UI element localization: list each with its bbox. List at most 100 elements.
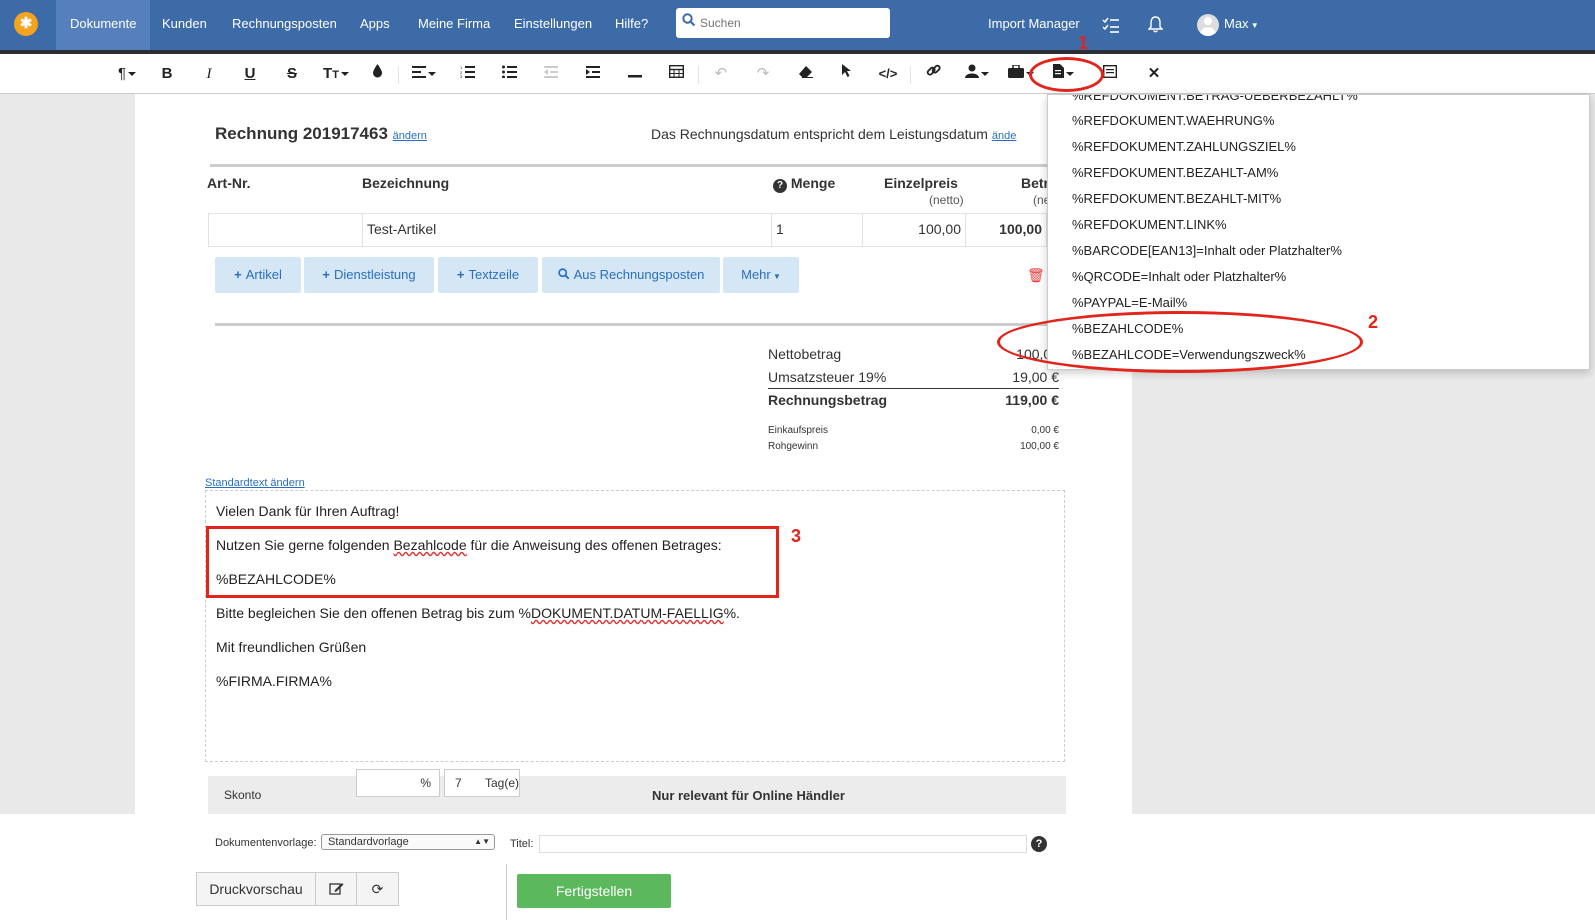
annotation-label-2: 2 (1368, 312, 1379, 332)
ordered-list-icon[interactable]: 123 (456, 62, 478, 86)
add-dienstleistung-button[interactable]: + Dienstleistung (304, 257, 434, 293)
paragraph-format-icon[interactable]: ¶ (113, 62, 141, 86)
skonto-percent-input[interactable]: % (356, 769, 440, 797)
link-icon[interactable] (922, 62, 944, 86)
vorlage-select[interactable]: Standardvorlage ▲▼ (321, 834, 495, 850)
date-note-link[interactable]: ände (992, 130, 1016, 142)
col-header-artnr: Art-Nr. (207, 175, 251, 191)
add-artikel-button[interactable]: + Artikel (215, 257, 301, 293)
eraser-icon[interactable] (794, 62, 816, 86)
aus-rechnungsposten-label: Aus Rechnungsposten (573, 267, 705, 282)
nav-item-hilfe[interactable]: Hilfe? (601, 0, 662, 50)
indent-icon[interactable] (582, 62, 604, 86)
menu-item-link[interactable]: %REFDOKUMENT.LINK% (1072, 217, 1227, 232)
undo-icon[interactable]: ↶ (710, 62, 732, 86)
strikethrough-icon[interactable]: S (281, 62, 303, 86)
text-line-thanks: Vielen Dank für Ihren Auftrag! (216, 503, 400, 519)
spellcheck-word: DOKUMENT.DATUM-FAELLIG (530, 605, 724, 621)
app-logo-icon[interactable]: ✱ (14, 12, 38, 36)
tasks-icon[interactable] (1102, 0, 1120, 50)
menu-item-betrag-ueberbezahlt[interactable]: %REFDOKUMENT.BETRAG-UEBERBEZAHLT% (1072, 95, 1358, 103)
vorlage-selected-value: Standardvorlage (328, 836, 409, 848)
rohgewinn-value: 100,00 € (1020, 441, 1059, 452)
plus-icon: + (234, 267, 242, 282)
nav-item-kunden[interactable]: Kunden (148, 0, 221, 50)
druckvorschau-button[interactable]: Druckvorschau (196, 872, 316, 906)
pointer-icon[interactable] (835, 62, 857, 86)
bell-icon[interactable] (1147, 0, 1164, 50)
titel-input[interactable] (539, 835, 1027, 853)
help-icon[interactable]: ? (1031, 836, 1047, 852)
nav-item-dokumente[interactable]: Dokumente (56, 0, 151, 50)
import-manager-link[interactable]: Import Manager (988, 0, 1080, 50)
user-avatar[interactable] (1197, 14, 1219, 36)
bold-icon[interactable]: B (156, 62, 178, 86)
cell-bezeichnung[interactable]: Test-Artikel (362, 213, 772, 247)
help-icon[interactable]: ? (773, 179, 787, 193)
menu-item-bezahlt-mit[interactable]: %REFDOKUMENT.BEZAHLT-MIT% (1072, 191, 1281, 206)
trash-icon[interactable]: 🗑 (1027, 267, 1045, 284)
person-placeholder-icon[interactable] (962, 62, 992, 86)
underline-icon[interactable]: U (239, 62, 261, 86)
menu-item-qrcode[interactable]: %QRCODE=Inhalt oder Platzhalter% (1072, 269, 1286, 284)
skonto-days-input[interactable]: 7 Tag(e) (444, 769, 520, 797)
mehr-dropdown-button[interactable]: Mehr ▼ (723, 257, 799, 293)
col-header-menge: ? Menge (773, 175, 835, 193)
search-box[interactable] (676, 8, 890, 38)
brutto-label: Rechnungsbetrag (768, 392, 888, 408)
mehr-label: Mehr (741, 267, 771, 282)
horizontal-rule-icon[interactable] (624, 62, 646, 86)
table-icon[interactable] (665, 62, 687, 86)
text-line-greeting: Mit freundlichen Grüßen (216, 639, 367, 655)
cell-artnr[interactable] (208, 213, 363, 247)
document-title: Rechnung 201917463 (215, 124, 388, 143)
einkauf-value: 0,00 € (1031, 425, 1059, 436)
menu-item-paypal[interactable]: %PAYPAL=E-Mail% (1072, 295, 1187, 310)
annotation-ellipse-1 (1029, 57, 1104, 92)
user-menu[interactable]: Max ▼ (1224, 0, 1259, 50)
cell-menge[interactable]: 1 (771, 213, 863, 247)
text-line-firma: %FIRMA.FIRMA% (216, 673, 332, 689)
menu-item-barcode[interactable]: %BARCODE[EAN13]=Inhalt oder Platzhalter% (1072, 243, 1342, 258)
footer-divider (506, 864, 507, 920)
menu-item-zahlungsziel[interactable]: %REFDOKUMENT.ZAHLUNGSZIEL% (1072, 139, 1296, 154)
top-navigation: ✱ Dokumente Kunden Rechnungsposten Apps … (0, 0, 1595, 50)
nav-item-meine-firma[interactable]: Meine Firma (404, 0, 504, 50)
col-header-einzelpreis: Einzelpreis (884, 175, 958, 191)
outdent-icon[interactable] (540, 62, 562, 86)
fertigstellen-button[interactable]: Fertigstellen (517, 874, 671, 908)
text-line-due-date: Bitte begleichen Sie den offenen Betrag … (216, 605, 740, 621)
text-color-icon[interactable] (367, 62, 387, 86)
code-view-icon[interactable]: </> (876, 62, 900, 86)
ust-label: Umsatzsteuer 19% (768, 369, 887, 385)
standardtext-link[interactable]: Standardtext ändern (205, 477, 305, 489)
change-number-link[interactable]: ändern (393, 130, 427, 142)
font-size-icon[interactable]: TT (320, 62, 352, 86)
edit-icon[interactable] (315, 872, 357, 906)
annotation-label-3: 3 (791, 526, 802, 546)
close-icon[interactable]: ✕ (1143, 62, 1165, 86)
align-icon[interactable] (409, 62, 439, 86)
skonto-row: Skonto % 7 Tag(e) Nur relevant für Online… (208, 769, 1066, 816)
einkauf-label: Einkaufspreis (768, 425, 829, 436)
percent-unit: % (420, 776, 431, 790)
document-heading: Rechnung 201917463 ändern (215, 124, 427, 144)
aus-rechnungsposten-button[interactable]: Aus Rechnungsposten (542, 257, 720, 293)
unordered-list-icon[interactable] (498, 62, 520, 86)
cell-einzelpreis[interactable]: 100,00 (862, 213, 966, 247)
col-header-bezeichnung: Bezeichnung (362, 175, 450, 191)
nav-item-einstellungen[interactable]: Einstellungen (500, 0, 606, 50)
menu-item-waehrung[interactable]: %REFDOKUMENT.WAEHRUNG% (1072, 113, 1274, 128)
search-input[interactable] (700, 13, 884, 33)
nav-item-apps[interactable]: Apps (346, 0, 404, 50)
sum-line (768, 388, 1059, 389)
italic-icon[interactable]: I (198, 62, 220, 86)
nav-item-rechnungsposten[interactable]: Rechnungsposten (218, 0, 351, 50)
brutto-value: 119,00 € (1005, 392, 1059, 408)
redo-icon[interactable]: ↷ (752, 62, 774, 86)
bottom-action-bar (0, 814, 1595, 923)
add-textzeile-button[interactable]: + Textzeile (438, 257, 538, 293)
refresh-icon[interactable]: ⟳ (356, 872, 399, 906)
menu-item-bezahlt-am[interactable]: %REFDOKUMENT.BEZAHLT-AM% (1072, 165, 1278, 180)
chevron-down-icon: ▼ (1248, 21, 1259, 30)
